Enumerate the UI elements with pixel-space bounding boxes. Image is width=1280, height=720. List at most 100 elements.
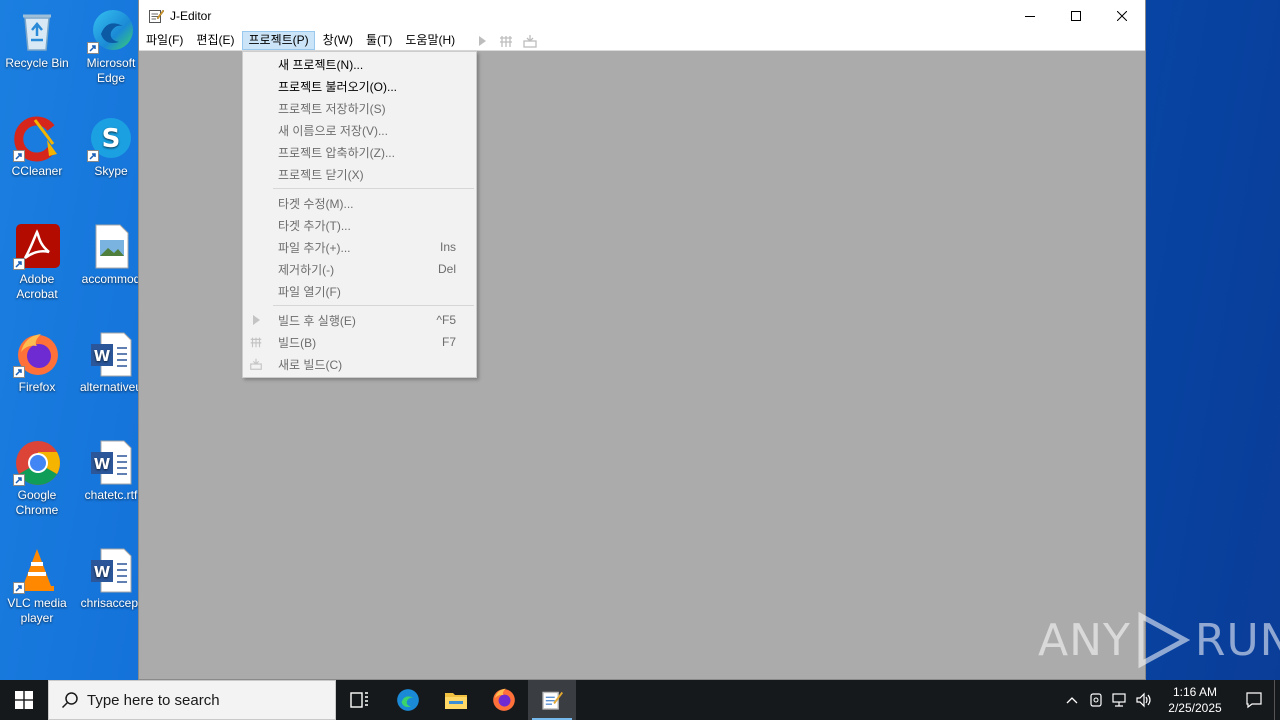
menu-item-label: 프로젝트 닫기(X) <box>278 167 364 182</box>
toolbar-rebuild-button[interactable] <box>521 32 539 50</box>
minimize-icon <box>1025 15 1035 17</box>
menu-item-rebuild[interactable]: 새로 빌드(C) <box>243 353 476 375</box>
tray-device-button[interactable] <box>1084 680 1108 720</box>
menu-file[interactable]: 파일(F) <box>141 31 188 50</box>
menu-separator <box>273 188 474 189</box>
desktop-icon-chrisaccep[interactable]: W chrisaccep. <box>74 546 148 611</box>
menu-item-add-file[interactable]: 파일 추가(+)... Ins <box>243 236 476 258</box>
folder-icon <box>445 693 467 709</box>
show-desktop-button[interactable] <box>1274 680 1280 720</box>
system-tray: 1:16 AM 2/25/2025 <box>1060 680 1280 720</box>
menu-item-shortcut: ^F5 <box>436 313 456 327</box>
search-placeholder: Type here to search <box>87 691 220 709</box>
tray-volume-button[interactable] <box>1132 680 1156 720</box>
desktop-icon-adobe-acrobat[interactable]: Adobe Acrobat <box>0 222 74 302</box>
desktop-icon-google-chrome[interactable]: Google Chrome <box>0 438 74 518</box>
taskbar-j-editor-button[interactable] <box>528 680 576 720</box>
desktop-icon-accommod[interactable]: accommod <box>74 222 148 287</box>
toolbar-build-button[interactable] <box>497 32 515 50</box>
taskbar-search-box[interactable]: Type here to search <box>48 680 336 720</box>
windows-logo-icon <box>15 691 33 709</box>
clock-date: 2/25/2025 <box>1168 701 1222 715</box>
menu-item-save-as[interactable]: 새 이름으로 저장(V)... <box>243 119 476 141</box>
desktop-icon-microsoft-edge[interactable]: Microsoft Edge <box>74 6 148 86</box>
watermark-text-left: ANY <box>1038 614 1131 666</box>
menu-bar: 파일(F) 편집(E) 프로젝트(P) 창(W) 툴(T) 도움말(H) <box>139 31 1145 51</box>
word-doc-icon: W <box>87 330 135 378</box>
taskbar-firefox-button[interactable] <box>480 680 528 720</box>
menu-item-shortcut: F7 <box>441 335 456 349</box>
menu-item-add-target[interactable]: 타겟 추가(T)... <box>243 214 476 236</box>
acrobat-icon <box>13 222 61 270</box>
desktop-icon-firefox[interactable]: Firefox <box>0 330 74 395</box>
build-icon <box>248 334 264 350</box>
anyrun-watermark: ANY RUN <box>1038 610 1280 670</box>
menu-separator <box>273 305 474 306</box>
start-button[interactable] <box>0 680 48 720</box>
svg-text:W: W <box>94 347 111 365</box>
close-button[interactable] <box>1099 0 1145 31</box>
menu-item-label: 파일 열기(F) <box>278 284 341 299</box>
desktop-icon-label: VLC media player <box>7 596 67 625</box>
desktop-icon-label: accommod <box>81 272 141 286</box>
desktop-icon-skype[interactable]: S Skype <box>74 114 148 179</box>
ccleaner-icon <box>13 114 61 162</box>
menu-item-label: 타겟 수정(M)... <box>278 196 354 211</box>
menu-item-label: 새 이름으로 저장(V)... <box>278 123 388 138</box>
project-menu-dropdown: 새 프로젝트(N)... 프로젝트 불러오기(O)... 프로젝트 저장하기(S… <box>242 51 477 378</box>
menu-item-build-and-run[interactable]: 빌드 후 실행(E) ^F5 <box>243 309 476 331</box>
svg-text:S: S <box>102 124 121 154</box>
taskbar-clock[interactable]: 1:16 AM 2/25/2025 <box>1156 684 1234 716</box>
menu-item-compress-project[interactable]: 프로젝트 압축하기(Z)... <box>243 141 476 163</box>
notification-icon <box>1246 692 1262 709</box>
menu-project[interactable]: 프로젝트(P) <box>242 31 315 50</box>
menu-item-label: 빌드 후 실행(E) <box>278 313 356 328</box>
desktop-icon-vlc[interactable]: VLC media player <box>0 546 74 626</box>
menu-help[interactable]: 도움말(H) <box>400 31 460 50</box>
menu-item-open-project[interactable]: 프로젝트 불러오기(O)... <box>243 75 476 97</box>
minimize-button[interactable] <box>1007 0 1053 31</box>
firefox-icon <box>493 688 515 711</box>
action-center-button[interactable] <box>1234 680 1274 720</box>
firefox-icon <box>13 330 61 378</box>
svg-text:W: W <box>94 455 111 473</box>
menu-item-label: 새 프로젝트(N)... <box>278 57 364 72</box>
title-bar[interactable]: J-Editor <box>139 0 1145 31</box>
menu-item-edit-target[interactable]: 타겟 수정(M)... <box>243 192 476 214</box>
taskbar-file-explorer-button[interactable] <box>432 680 480 720</box>
build-icon <box>500 35 513 47</box>
menu-item-label: 빌드(B) <box>278 335 317 350</box>
chrome-icon <box>13 438 61 486</box>
desktop-icon-label: Recycle Bin <box>5 56 69 70</box>
desktop-icon-label: alternativeu <box>79 380 143 394</box>
menu-item-new-project[interactable]: 새 프로젝트(N)... <box>243 53 476 75</box>
taskbar-edge-button[interactable] <box>384 680 432 720</box>
menu-item-close-project[interactable]: 프로젝트 닫기(X) <box>243 163 476 185</box>
menu-window[interactable]: 창(W) <box>318 31 358 50</box>
menu-item-open-file[interactable]: 파일 열기(F) <box>243 280 476 302</box>
task-view-button[interactable] <box>336 680 384 720</box>
menu-tools[interactable]: 툴(T) <box>361 31 397 50</box>
menu-item-shortcut: Ins <box>439 240 456 254</box>
desktop-icon-label: chatetc.rtf <box>84 488 138 502</box>
volume-icon <box>1136 692 1151 708</box>
desktop-icon-recycle-bin[interactable]: Recycle Bin <box>0 6 74 71</box>
desktop-icon-ccleaner[interactable]: CCleaner <box>0 114 74 179</box>
desktop-icon-chatetc[interactable]: W chatetc.rtf <box>74 438 148 503</box>
chevron-up-icon <box>1066 697 1078 704</box>
app-notepad-icon <box>148 8 165 24</box>
toolbar-run-button[interactable] <box>473 32 491 50</box>
desktop-icon-alternativeu[interactable]: W alternativeu <box>74 330 148 395</box>
rebuild-icon <box>248 356 264 372</box>
network-icon <box>1112 693 1126 707</box>
maximize-button[interactable] <box>1053 0 1099 31</box>
menu-item-shortcut: Del <box>437 262 456 276</box>
word-doc-icon: W <box>87 438 135 486</box>
menu-edit[interactable]: 편집(E) <box>191 31 239 50</box>
menu-item-remove[interactable]: 제거하기(-) Del <box>243 258 476 280</box>
menu-item-save-project[interactable]: 프로젝트 저장하기(S) <box>243 97 476 119</box>
run-icon <box>248 312 264 328</box>
show-hidden-icons-button[interactable] <box>1060 680 1084 720</box>
menu-item-build[interactable]: 빌드(B) F7 <box>243 331 476 353</box>
tray-network-button[interactable] <box>1108 680 1132 720</box>
